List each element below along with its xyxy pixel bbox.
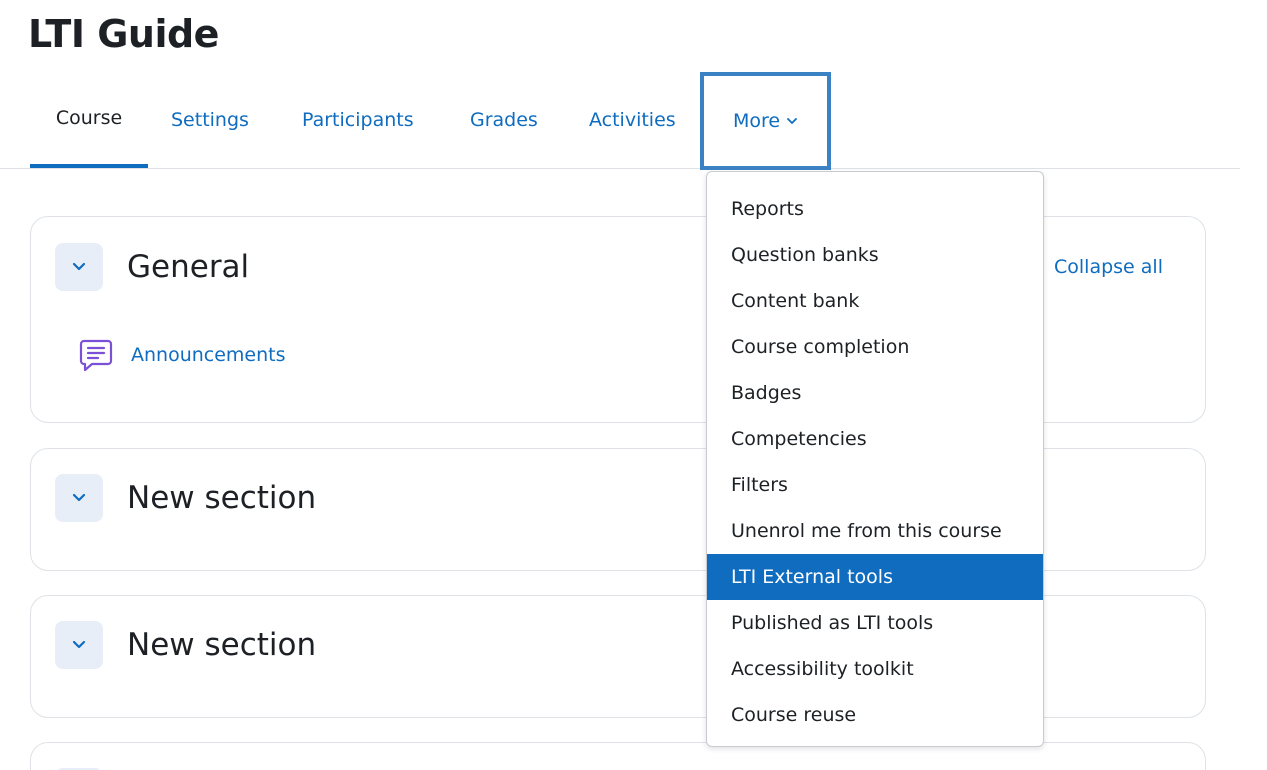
tab-more-label: More — [732, 110, 781, 132]
tab-grades[interactable]: Grades — [470, 72, 538, 168]
menu-item-accessibility-toolkit[interactable]: Accessibility toolkit — [707, 646, 1043, 692]
tab-course[interactable]: Course — [30, 72, 148, 168]
tab-grades-label: Grades — [470, 109, 538, 131]
menu-item-course-completion[interactable]: Course completion — [707, 324, 1043, 370]
activity-announcements[interactable]: Announcements — [79, 337, 286, 373]
section-collapse-button[interactable] — [55, 621, 103, 669]
collapse-all-link[interactable]: Collapse all — [1054, 256, 1163, 278]
menu-item-lti-external-tools[interactable]: LTI External tools — [707, 554, 1043, 600]
menu-item-reports[interactable]: Reports — [707, 186, 1043, 232]
section-title: New section — [127, 627, 317, 663]
chevron-down-icon — [72, 262, 86, 271]
menu-item-filters[interactable]: Filters — [707, 462, 1043, 508]
tab-course-label: Course — [55, 107, 123, 129]
chevron-down-icon — [72, 493, 86, 502]
course-secondary-nav: Course Settings Participants Grades Acti… — [0, 72, 1240, 170]
tab-activities[interactable]: Activities — [589, 72, 676, 168]
menu-item-question-banks[interactable]: Question banks — [707, 232, 1043, 278]
forum-icon — [79, 339, 113, 372]
menu-item-course-reuse[interactable]: Course reuse — [707, 692, 1043, 738]
section-collapse-button[interactable] — [55, 474, 103, 522]
section-title: New section — [127, 480, 317, 516]
tab-more-dropdown-toggle[interactable]: More — [700, 72, 831, 170]
menu-item-content-bank[interactable]: Content bank — [707, 278, 1043, 324]
tab-settings[interactable]: Settings — [171, 72, 249, 168]
chevron-down-icon — [72, 640, 86, 649]
page-title: LTI Guide — [28, 12, 219, 56]
activity-link: Announcements — [131, 344, 286, 366]
more-dropdown-menu: Reports Question banks Content bank Cour… — [706, 171, 1044, 747]
course-page: LTI Guide Course Settings Participants G… — [0, 0, 1267, 770]
menu-item-published-as-lti-tools[interactable]: Published as LTI tools — [707, 600, 1043, 646]
menu-item-unenrol[interactable]: Unenrol me from this course — [707, 508, 1043, 554]
tab-settings-label: Settings — [171, 109, 249, 131]
chevron-down-icon — [787, 118, 797, 124]
section-title: General — [127, 249, 250, 285]
tab-participants[interactable]: Participants — [302, 72, 414, 168]
section-collapse-button[interactable] — [55, 243, 103, 291]
menu-item-badges[interactable]: Badges — [707, 370, 1043, 416]
tab-participants-label: Participants — [302, 109, 414, 131]
menu-item-competencies[interactable]: Competencies — [707, 416, 1043, 462]
tab-activities-label: Activities — [589, 109, 676, 131]
